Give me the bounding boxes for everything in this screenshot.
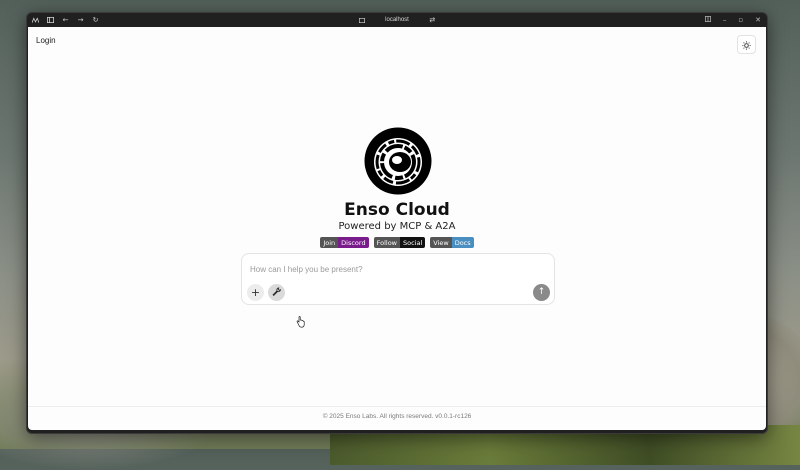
badge-row: Join Discord Follow Social View Docs [28,237,766,248]
swap-icon[interactable]: ⇄ [429,16,436,24]
chat-box: + ↑ [241,253,555,305]
badge-label: Join [320,237,339,248]
arrow-left-icon[interactable]: ← [62,16,69,24]
sun-icon [742,35,751,54]
badge-value: Docs [451,237,474,248]
login-link[interactable]: Login [36,36,56,45]
plus-icon: + [250,286,261,299]
page-content: Login Enso Cloud Powered by MCP & A2A Jo… [28,27,766,430]
browser-window: ← → ↻ localhost ⇄ – ▫ ✕ Login Enso Cloud… [26,12,768,434]
site-info-icon[interactable] [358,17,365,24]
arrow-right-icon[interactable]: → [77,16,84,24]
add-attachment-button[interactable]: + [247,284,264,301]
wrench-icon [272,287,281,298]
send-button[interactable]: ↑ [533,284,550,301]
enso-logo [364,127,432,195]
arrow-up-icon: ↑ [537,287,546,297]
footer-copyright: © 2025 Enso Labs. All rights reserved. v… [322,413,472,420]
address-bar[interactable]: localhost [385,17,409,23]
page-subtitle: Powered by MCP & A2A [338,221,456,232]
social-badge[interactable]: Follow Social [373,237,426,248]
badge-value: Discord [338,237,369,248]
docs-badge[interactable]: View Docs [430,237,474,248]
tools-button[interactable] [268,284,285,301]
badge-value: Social [399,237,426,248]
minimize-icon[interactable]: – [723,16,727,24]
chat-input[interactable] [250,262,540,276]
page-title: Enso Cloud [344,200,450,220]
close-icon[interactable]: ✕ [755,16,761,24]
browser-menu-icon[interactable] [32,16,39,24]
split-view-icon[interactable] [704,16,711,24]
hand-cursor-icon [296,316,305,328]
badge-label: View [430,237,452,248]
footer-divider [28,406,766,407]
discord-badge[interactable]: Join Discord [320,237,369,248]
reload-icon[interactable]: ↻ [92,16,99,24]
sidebar-icon[interactable] [47,17,54,24]
browser-titlebar: ← → ↻ localhost ⇄ – ▫ ✕ [27,13,767,27]
badge-label: Follow [373,237,400,248]
maximize-icon[interactable]: ▫ [738,16,743,24]
theme-toggle-button[interactable] [737,35,756,54]
